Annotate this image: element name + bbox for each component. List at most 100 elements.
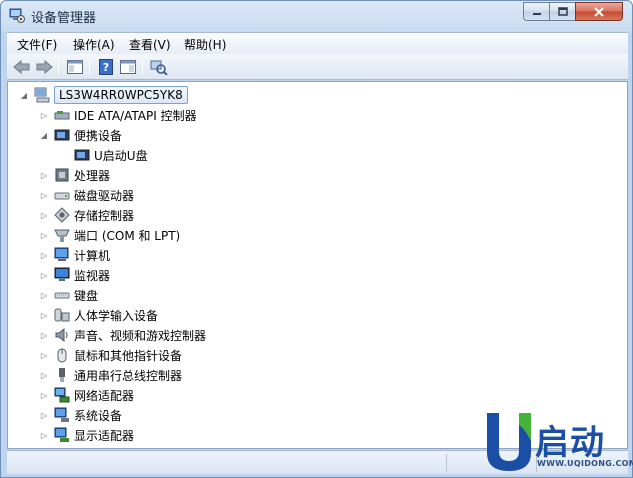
network-adapter-icon bbox=[54, 387, 70, 403]
tree-item-label: 处理器 bbox=[74, 168, 111, 183]
console-tree-icon bbox=[67, 60, 83, 74]
collapse-icon[interactable]: ◢ bbox=[18, 89, 30, 101]
menu-action[interactable]: 操作(A) bbox=[73, 36, 115, 53]
processor-icon bbox=[55, 168, 69, 182]
menu-view[interactable]: 查看(V) bbox=[129, 36, 171, 53]
tree-item-label: 系统设备 bbox=[74, 408, 123, 423]
tree-item-label: 人体学输入设备 bbox=[74, 308, 159, 323]
tree-item-label: 磁盘驱动器 bbox=[74, 188, 135, 203]
uqidong-logo-icon bbox=[487, 413, 531, 471]
tree-item-label: 便携设备 bbox=[74, 128, 123, 143]
expand-icon[interactable]: ▷ bbox=[38, 209, 50, 221]
tree-item-ports[interactable]: ▷ 端口 (COM 和 LPT) bbox=[38, 225, 180, 245]
expand-icon[interactable]: ▷ bbox=[38, 189, 50, 201]
maximize-icon bbox=[557, 7, 568, 16]
expand-icon[interactable]: ▷ bbox=[38, 389, 50, 401]
uqidong-watermark: 启动 WWW.UQIDONG.COM bbox=[479, 409, 633, 475]
title-bar[interactable]: 设备管理器 bbox=[1, 1, 632, 29]
expand-icon[interactable]: ▷ bbox=[38, 229, 50, 241]
mouse-icon bbox=[57, 348, 67, 363]
tree-item-label: 键盘 bbox=[74, 288, 99, 303]
tree-item-storage-controllers[interactable]: ▷ 存储控制器 bbox=[38, 205, 134, 225]
tree-item-label: 网络适配器 bbox=[74, 388, 135, 403]
tree-item-ide-ata-atapi[interactable]: ▷ IDE ATA/ATAPI 控制器 bbox=[38, 105, 197, 125]
svg-text:?: ? bbox=[103, 61, 109, 74]
scan-hardware-icon bbox=[150, 60, 168, 75]
toolbar-separator bbox=[89, 59, 90, 75]
minimize-button[interactable] bbox=[523, 2, 550, 21]
ide-controller-icon bbox=[54, 111, 70, 120]
forward-arrow-icon bbox=[36, 60, 53, 74]
tree-item-disk-drives[interactable]: ▷ 磁盘驱动器 bbox=[38, 185, 134, 205]
tree-item-hid[interactable]: ▷ 人体学输入设备 bbox=[38, 305, 158, 325]
tree-item-sound-video-game[interactable]: ▷ 声音、视频和游戏控制器 bbox=[38, 325, 206, 345]
tree-root[interactable]: ◢ LS3W4RR0WPC5YK8 bbox=[18, 85, 188, 105]
toolbar: ? bbox=[7, 54, 628, 80]
forward-button[interactable] bbox=[34, 58, 54, 76]
disk-drive-icon bbox=[54, 192, 70, 200]
tree-item-display-adapters[interactable]: ▷ 显示适配器 bbox=[38, 425, 134, 445]
menu-help[interactable]: 帮助(H) bbox=[184, 36, 226, 53]
tree-item-keyboards[interactable]: ▷ 键盘 bbox=[38, 285, 98, 305]
expand-icon[interactable]: ▷ bbox=[38, 169, 50, 181]
monitor-icon bbox=[54, 267, 70, 281]
computer-name[interactable]: LS3W4RR0WPC5YK8 bbox=[54, 86, 188, 104]
tree-item-label: 监视器 bbox=[74, 268, 111, 283]
tree-item-portable-devices[interactable]: ◢ 便携设备 bbox=[38, 125, 122, 145]
watermark-url: WWW.UQIDONG.COM bbox=[537, 459, 633, 468]
tree-item-label: 通用串行总线控制器 bbox=[74, 368, 183, 383]
status-segment bbox=[7, 454, 447, 472]
portable-device-icon bbox=[54, 129, 70, 141]
scan-hardware-button[interactable] bbox=[149, 58, 169, 76]
menu-file[interactable]: 文件(F) bbox=[17, 36, 57, 53]
device-tree-panel[interactable]: ◢ LS3W4RR0WPC5YK8 ▷ IDE ATA/ATAPI 控制器 ◢ … bbox=[7, 81, 628, 449]
back-button[interactable] bbox=[12, 58, 32, 76]
expand-icon[interactable]: ▷ bbox=[38, 249, 50, 261]
close-button[interactable] bbox=[575, 2, 623, 21]
display-adapter-icon bbox=[54, 427, 69, 442]
maximize-button[interactable] bbox=[549, 2, 576, 21]
toolbar-separator bbox=[58, 59, 59, 75]
tree-item-network-adapters[interactable]: ▷ 网络适配器 bbox=[38, 385, 134, 405]
expand-icon[interactable]: ▷ bbox=[38, 349, 50, 361]
tree-item-label: 端口 (COM 和 LPT) bbox=[74, 228, 181, 243]
expand-icon[interactable]: ▷ bbox=[38, 309, 50, 321]
computer-icon bbox=[34, 87, 50, 103]
device-manager-window: 设备管理器 文件(F) 操作(A) 查看(V) 帮助(H) ? ◢ LS3W4R… bbox=[0, 0, 633, 478]
collapse-icon[interactable]: ◢ bbox=[38, 129, 50, 141]
close-icon bbox=[594, 6, 604, 17]
device-manager-icon bbox=[9, 8, 25, 23]
tree-item-usb-controllers[interactable]: ▷ 通用串行总线控制器 bbox=[38, 365, 182, 385]
tree-item-label: 鼠标和其他指针设备 bbox=[74, 348, 183, 363]
expand-icon[interactable]: ▷ bbox=[38, 269, 50, 281]
storage-controller-icon bbox=[54, 207, 70, 223]
properties-button[interactable] bbox=[118, 58, 138, 76]
console-tree-button[interactable] bbox=[65, 58, 85, 76]
tree-item-processors[interactable]: ▷ 处理器 bbox=[38, 165, 110, 185]
toolbar-separator bbox=[142, 59, 143, 75]
usb-drive-icon bbox=[74, 149, 90, 161]
keyboard-icon bbox=[54, 292, 70, 299]
port-icon bbox=[54, 229, 70, 242]
tree-item-system-devices[interactable]: ▷ 系统设备 bbox=[38, 405, 122, 425]
window-title: 设备管理器 bbox=[31, 11, 97, 26]
back-arrow-icon bbox=[13, 60, 30, 74]
system-device-icon bbox=[54, 407, 69, 422]
expand-icon[interactable]: ▷ bbox=[38, 329, 50, 341]
tree-item-mice[interactable]: ▷ 鼠标和其他指针设备 bbox=[38, 345, 182, 365]
tree-item-label: 显示适配器 bbox=[74, 428, 135, 443]
expand-icon[interactable]: ▷ bbox=[38, 369, 50, 381]
watermark-brand: 启动 bbox=[535, 423, 605, 463]
tree-item-monitors[interactable]: ▷ 监视器 bbox=[38, 265, 110, 285]
tree-item-computer[interactable]: ▷ 计算机 bbox=[38, 245, 110, 265]
expand-icon[interactable]: ▷ bbox=[38, 109, 50, 121]
computer-monitor-icon bbox=[54, 247, 69, 261]
expand-icon[interactable]: ▷ bbox=[38, 289, 50, 301]
tree-item-label: 计算机 bbox=[74, 248, 111, 263]
tree-item-u-disk[interactable]: U启动U盘 bbox=[70, 145, 148, 165]
expand-icon[interactable]: ▷ bbox=[38, 429, 50, 441]
help-button[interactable]: ? bbox=[96, 58, 116, 76]
hid-icon bbox=[54, 308, 70, 322]
expand-icon[interactable]: ▷ bbox=[38, 409, 50, 421]
tree-item-label: 声音、视频和游戏控制器 bbox=[74, 328, 207, 343]
